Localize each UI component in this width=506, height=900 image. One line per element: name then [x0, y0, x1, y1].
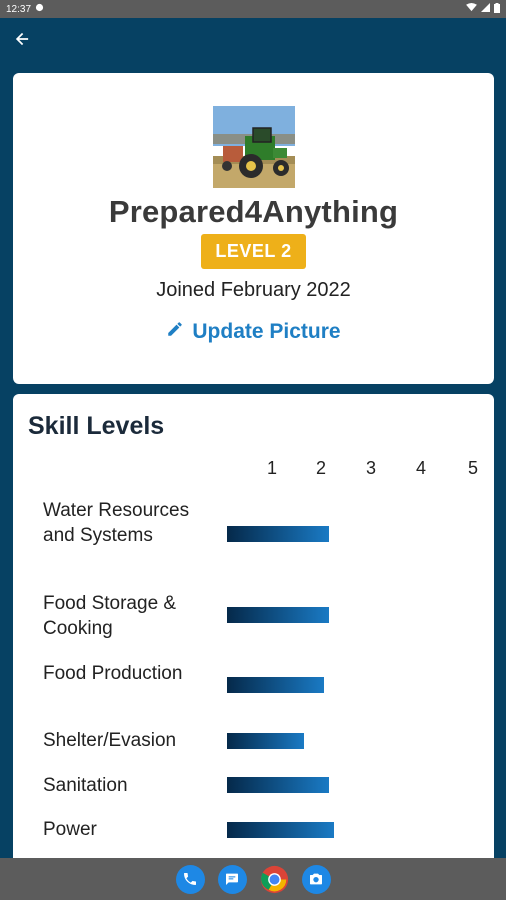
scale-label-1: 1 — [266, 458, 277, 478]
username: Prepared4Anything — [108, 194, 399, 229]
skill-bar — [227, 733, 304, 749]
nav-bar — [0, 858, 506, 900]
skills-title: Skill Levels — [28, 412, 165, 440]
notification-icon — [35, 3, 44, 15]
battery-icon — [494, 2, 500, 16]
skill-label: Sanitation — [43, 775, 128, 796]
level-badge: LEVEL 2 — [201, 234, 306, 269]
status-bar: 12:37 — [0, 0, 506, 18]
back-button[interactable] — [12, 31, 32, 51]
skill-label: Food Storage & Cooking — [43, 593, 177, 639]
skill-label: Food Production — [43, 663, 183, 684]
update-picture-label: Update Picture — [192, 320, 341, 343]
wifi-icon — [466, 3, 477, 15]
skill-label: Power — [43, 819, 97, 840]
skill-bar — [227, 677, 324, 693]
skill-bar — [227, 777, 329, 793]
arrow-back-icon — [15, 32, 29, 51]
skills-card: Skill Levels 1 2 3 4 5 Water Resources and S… — [13, 394, 494, 864]
scale-label-2: 2 — [315, 458, 326, 478]
skill-bar — [227, 526, 329, 542]
messages-icon[interactable] — [217, 864, 247, 894]
camera-icon[interactable] — [301, 864, 331, 894]
skill-bar — [227, 607, 329, 623]
update-picture-button[interactable]: Update Picture — [166, 320, 341, 344]
status-time: 12:37 — [6, 3, 32, 15]
skill-label: Shelter/Evasion — [43, 730, 177, 751]
tractor-photo — [212, 106, 295, 188]
phone-icon[interactable] — [175, 864, 205, 894]
skill-label: Water Resources and Systems — [43, 500, 190, 546]
profile-card: Prepared4Anything LEVEL 2 Joined Februar… — [13, 73, 494, 384]
joined-date: Joined February 2022 — [156, 279, 351, 301]
chrome-icon[interactable] — [260, 865, 289, 894]
app-bar — [0, 18, 506, 64]
scale-label-5: 5 — [467, 458, 478, 478]
signal-icon — [481, 3, 490, 15]
pencil-icon — [166, 320, 184, 344]
skill-bar — [227, 822, 334, 838]
avatar[interactable] — [212, 106, 295, 188]
scale-label-3: 3 — [365, 458, 376, 478]
scale-label-4: 4 — [415, 458, 426, 478]
